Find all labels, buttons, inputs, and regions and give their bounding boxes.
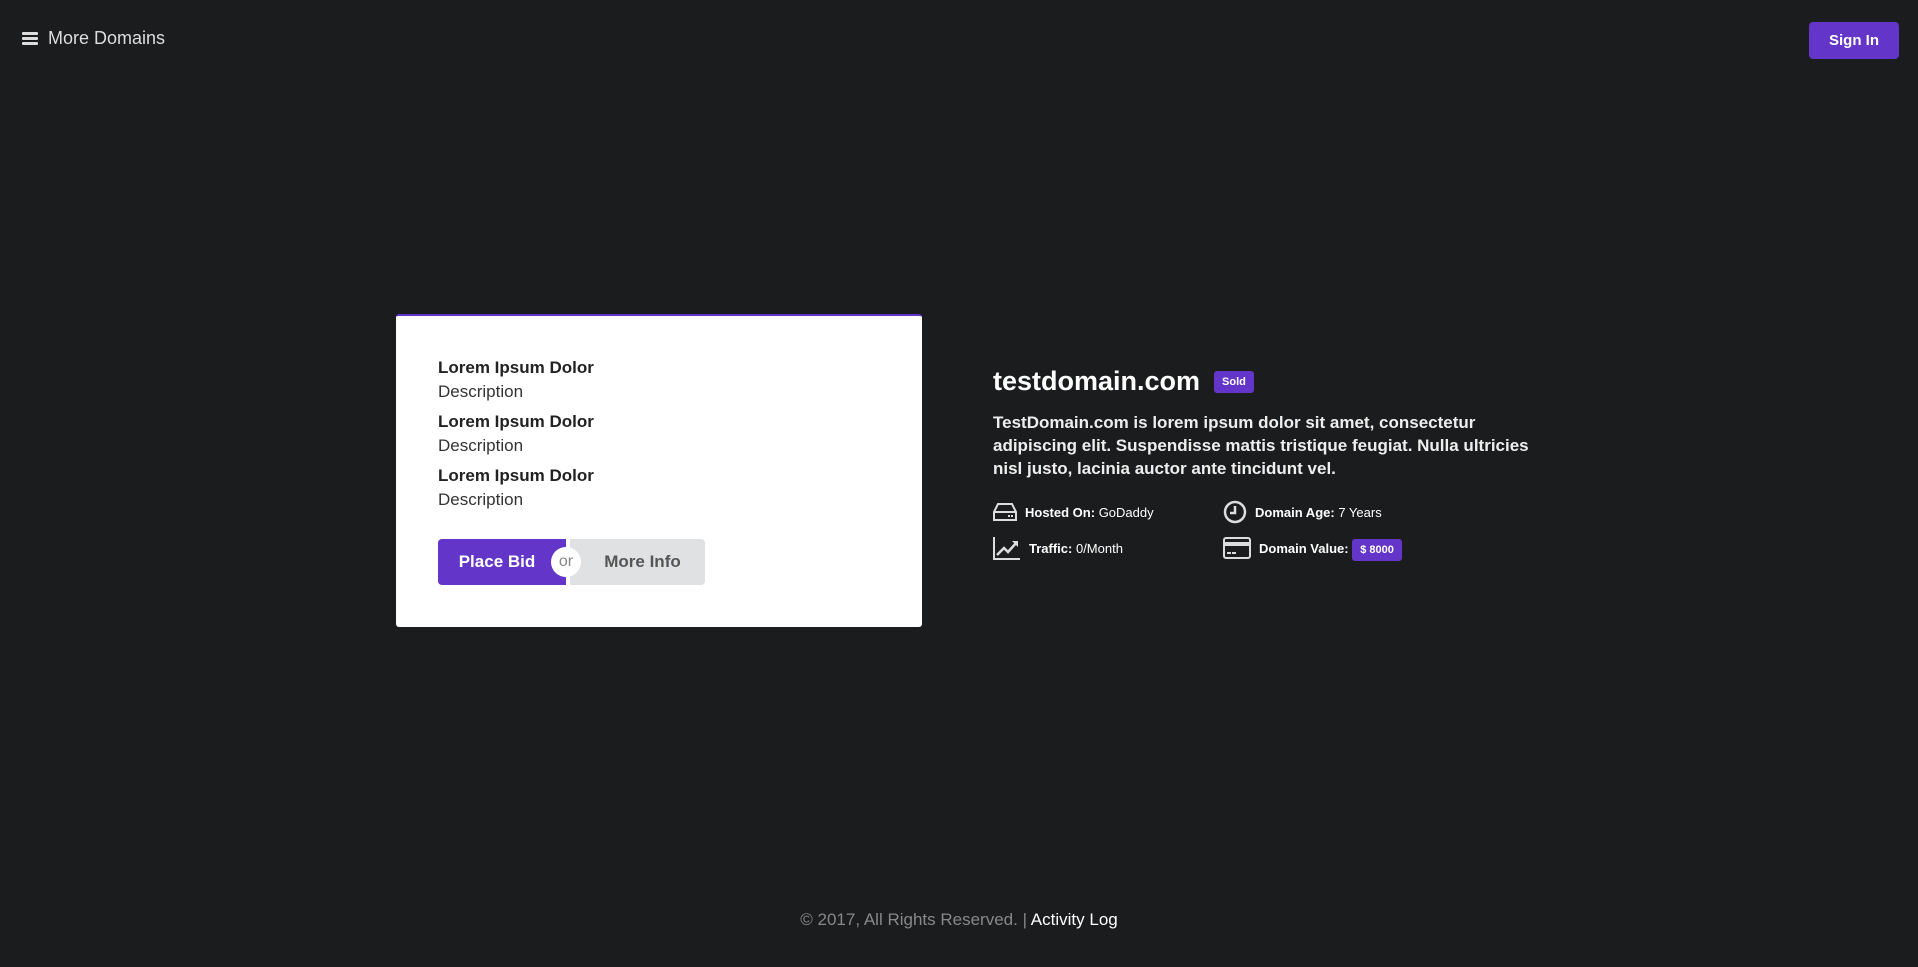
item-description: Description [438,382,524,401]
status-badge: Sold [1214,370,1254,393]
traffic-value: 0/Month [1075,540,1123,556]
age-value: 7 Years [1338,504,1382,520]
traffic-label: Traffic: [1029,540,1073,556]
hosted-on: Hosted On: GoDaddy [993,500,1223,524]
action-buttons: Place Bid More Info or [438,539,705,585]
hosted-value: GoDaddy [1098,504,1154,520]
value-badge: $ 8000 [1352,538,1402,561]
value-label: Domain Value: [1259,540,1349,556]
bid-card: Lorem Ipsum Dolor Description Lorem Ipsum… [396,314,922,627]
list-item: Lorem Ipsum Dolor Description [438,464,880,512]
credit-card-icon [1223,537,1251,559]
hard-drive-icon [993,503,1017,521]
copyright: © 2017, All Rights Reserved. | [800,910,1027,929]
item-title: Lorem Ipsum Dolor [438,358,594,377]
item-description: Description [438,436,524,455]
menu-label: More Domains [48,28,166,48]
hamburger-icon [22,32,38,45]
list-item: Lorem Ipsum Dolor Description [438,356,880,404]
traffic: Traffic: 0/Month [993,536,1223,560]
item-description: Description [438,490,524,509]
domain-age: Domain Age: 7 Years [1223,500,1483,524]
activity-log-link[interactable]: Activity Log [1031,910,1118,929]
domain-value: Domain Value: $ 8000 [1223,536,1483,561]
domain-name: testdomain.com [993,366,1201,396]
more-info-button[interactable]: More Info [570,539,705,585]
sign-in-button[interactable]: Sign In [1809,22,1899,59]
domain-info: testdomain.com Sold TestDomain.com is lo… [993,366,1533,561]
or-divider: or [551,547,581,577]
more-domains-menu[interactable]: More Domains [22,28,165,49]
domain-description: TestDomain.com is lorem ipsum dolor sit … [993,413,1529,478]
hosted-label: Hosted On: [1025,504,1096,520]
list-item: Lorem Ipsum Dolor Description [438,410,880,458]
item-title: Lorem Ipsum Dolor [438,412,594,431]
item-title: Lorem Ipsum Dolor [438,466,594,485]
footer: © 2017, All Rights Reserved. | Activity … [0,910,1918,930]
clock-icon [1223,500,1247,524]
place-bid-button[interactable]: Place Bid [438,539,566,585]
age-label: Domain Age: [1255,504,1335,520]
line-chart-icon [993,537,1020,560]
